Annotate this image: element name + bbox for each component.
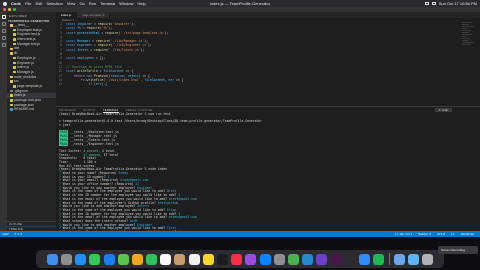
menu-selection[interactable]: Selection [46, 0, 62, 7]
launchpad-icon[interactable] [60, 253, 72, 265]
file-icon [13, 66, 16, 69]
minimap[interactable] [462, 22, 474, 62]
vscode-icon[interactable] [302, 253, 314, 265]
finder-icon[interactable] [46, 253, 58, 265]
extensions-icon[interactable] [1, 43, 6, 47]
safari-icon[interactable] [75, 253, 87, 265]
file-icon [13, 85, 16, 88]
run-debug-icon[interactable] [1, 36, 6, 40]
menu-view[interactable]: View [67, 0, 76, 7]
dock-separator [388, 253, 390, 265]
file-tree-label: Manager.test.js [17, 41, 40, 46]
sidebar-bottom-sections: OUTLINE TIMELINE [7, 221, 56, 231]
menu-bar: Code File Edit Selection View Go Run Ter… [0, 0, 480, 7]
status-eol[interactable]: LF [451, 231, 454, 237]
music-icon[interactable] [231, 253, 243, 265]
photos-icon[interactable] [131, 253, 143, 265]
code-area[interactable]: 1 const inquirer = require('inquirer'); 2 c… [56, 22, 480, 86]
file-icon [13, 28, 16, 32]
menubar-clock[interactable]: Sun Oct 17 10:56 PM [439, 0, 477, 7]
appstore-icon[interactable] [259, 253, 271, 265]
folder-icon[interactable] [408, 253, 420, 265]
file-icon [13, 33, 16, 36]
file-icon [13, 56, 16, 60]
zoom-window-button[interactable] [13, 8, 16, 11]
file-icon [13, 42, 16, 46]
wifi-icon[interactable] [431, 2, 436, 5]
explorer-icon[interactable] [1, 15, 6, 19]
mail-icon[interactable] [103, 253, 115, 265]
file-icon [10, 52, 13, 55]
terminal-shell-select[interactable]: 1: node [434, 108, 452, 112]
menu-run[interactable]: Run [89, 0, 96, 7]
zoom-icon[interactable] [358, 253, 370, 265]
menu-go[interactable]: Go [79, 0, 84, 7]
maps-icon[interactable] [117, 253, 129, 265]
file-icon [10, 47, 13, 51]
menu-file[interactable]: File [25, 0, 31, 7]
status-branch[interactable]: main* [2, 231, 9, 237]
activity-bar [0, 12, 7, 231]
menu-help[interactable]: Help [137, 0, 145, 7]
battery-icon[interactable] [424, 2, 429, 5]
status-encoding[interactable]: UTF-8 [437, 231, 445, 237]
menubar-status-area: Sun Oct 17 10:56 PM [424, 0, 477, 7]
line-number: 15 [58, 82, 62, 87]
terminal-output[interactable]: (base) BradyMacBook-Air TeamProfile-Gene… [56, 112, 480, 231]
status-bar: main* 0 ⚠ 0 Ln 111, Col 1 Spaces: 4 UTF-… [0, 231, 480, 237]
apple-icon[interactable] [3, 1, 7, 6]
file-tree-item[interactable]: README.md [7, 107, 56, 112]
notes-icon[interactable] [202, 253, 214, 265]
tv-icon[interactable] [217, 253, 229, 265]
file-tree: __tests__ Employee.test.js Engineer.test.j… [7, 23, 56, 112]
file-icon [10, 80, 13, 83]
status-problems[interactable]: 0 ⚠ 0 [14, 231, 21, 237]
terminal-icon[interactable] [344, 253, 356, 265]
file-icon [10, 89, 13, 93]
trash-icon[interactable] [422, 253, 434, 265]
slack-icon[interactable] [330, 253, 342, 265]
file-icon [10, 94, 13, 97]
file-icon [10, 103, 13, 107]
preview-icon[interactable] [393, 253, 405, 265]
dock [36, 250, 444, 268]
code-line: 15 if (err) { [56, 82, 480, 86]
status-cursor-position[interactable]: Ln 111, Col 1 [395, 231, 412, 237]
file-icon [10, 24, 13, 27]
github-desktop-icon[interactable] [316, 253, 328, 265]
status-indentation[interactable]: Spaces: 4 [418, 231, 431, 237]
menu-terminal[interactable]: Terminal [100, 0, 115, 7]
file-icon [10, 75, 13, 79]
reminders-icon[interactable] [188, 253, 200, 265]
explorer-sidebar: EXPLORER TEAMPROFILE-GENERATOR __tests__… [7, 12, 56, 231]
chrome-icon[interactable] [287, 253, 299, 265]
file-icon [13, 61, 16, 65]
code-editor: index.js page-template.js index.js > ...… [56, 12, 480, 106]
settings-icon[interactable] [273, 253, 285, 265]
podcasts-icon[interactable] [245, 253, 257, 265]
messages-icon[interactable] [89, 253, 101, 265]
search-icon[interactable] [1, 22, 6, 26]
close-window-button[interactable] [3, 8, 6, 11]
file-tree-label: README.md [14, 107, 35, 112]
menu-edit[interactable]: Edit [35, 0, 42, 7]
spotify-icon[interactable] [373, 253, 385, 265]
tab-page-template-js[interactable]: page-template.js [77, 12, 111, 18]
file-icon [13, 70, 16, 74]
facetime-icon[interactable] [146, 253, 158, 265]
contacts-icon[interactable] [174, 253, 186, 265]
screen-recording-toast[interactable]: Screen Recording [438, 246, 478, 254]
calendar-icon[interactable] [160, 253, 172, 265]
status-language[interactable]: JavaScript [461, 231, 475, 237]
menu-app-name[interactable]: Code [11, 0, 21, 7]
minimize-window-button[interactable] [8, 8, 11, 11]
source-control-icon[interactable] [1, 29, 6, 33]
file-icon [10, 99, 13, 102]
explorer-header: EXPLORER [9, 14, 27, 18]
bottom-panel: PROBLEMS OUTPUT TERMINAL DEBUG CONSOLE 1… [56, 106, 480, 231]
vscode-window: EXPLORER TEAMPROFILE-GENERATOR __tests__… [0, 7, 480, 237]
file-icon [13, 38, 16, 41]
menu-window[interactable]: Window [119, 0, 133, 7]
file-icon [10, 108, 13, 111]
